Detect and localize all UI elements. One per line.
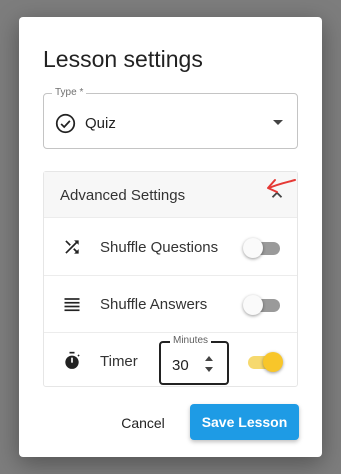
shuffle-questions-label: Shuffle Questions xyxy=(100,239,219,256)
decrement-icon[interactable] xyxy=(205,367,213,372)
minutes-value: 30 xyxy=(172,357,189,374)
toggle-thumb xyxy=(243,295,263,315)
advanced-settings-panel: Advanced Settings Shuffle Questions Shuf… xyxy=(43,171,298,387)
minutes-input[interactable]: Minutes 30 xyxy=(159,335,229,385)
timer-row: Timer Minutes 30 xyxy=(44,333,297,390)
type-field-legend: Type * xyxy=(52,87,87,98)
shuffle-answers-toggle[interactable] xyxy=(243,295,283,315)
shuffle-answers-row: Shuffle Answers xyxy=(44,276,297,333)
shuffle-answers-label: Shuffle Answers xyxy=(100,296,208,313)
timer-label: Timer xyxy=(100,353,138,370)
stopwatch-icon xyxy=(65,351,80,369)
type-select[interactable]: Type * Quiz xyxy=(43,87,298,149)
lesson-settings-dialog: Lesson settings Type * Quiz Advanced Set… xyxy=(19,17,322,457)
cancel-button[interactable]: Cancel xyxy=(109,406,177,440)
check-circle-icon xyxy=(55,113,76,134)
toggle-thumb xyxy=(263,352,283,372)
shuffle-questions-row: Shuffle Questions xyxy=(44,219,297,276)
toggle-thumb xyxy=(243,238,263,258)
advanced-settings-title: Advanced Settings xyxy=(60,187,186,204)
advanced-settings-header[interactable]: Advanced Settings xyxy=(44,172,297,218)
dialog-title: Lesson settings xyxy=(43,46,203,72)
annotation-arrow-icon xyxy=(267,179,296,193)
shuffle-icon xyxy=(65,240,79,254)
increment-icon[interactable] xyxy=(205,356,213,361)
type-select-value: Quiz xyxy=(85,115,116,132)
shuffle-questions-toggle[interactable] xyxy=(243,238,283,258)
dropdown-caret-icon[interactable] xyxy=(273,120,283,125)
list-icon xyxy=(64,298,80,312)
minutes-legend: Minutes xyxy=(170,335,212,346)
save-lesson-button[interactable]: Save Lesson xyxy=(190,404,299,440)
timer-toggle[interactable] xyxy=(243,352,283,372)
